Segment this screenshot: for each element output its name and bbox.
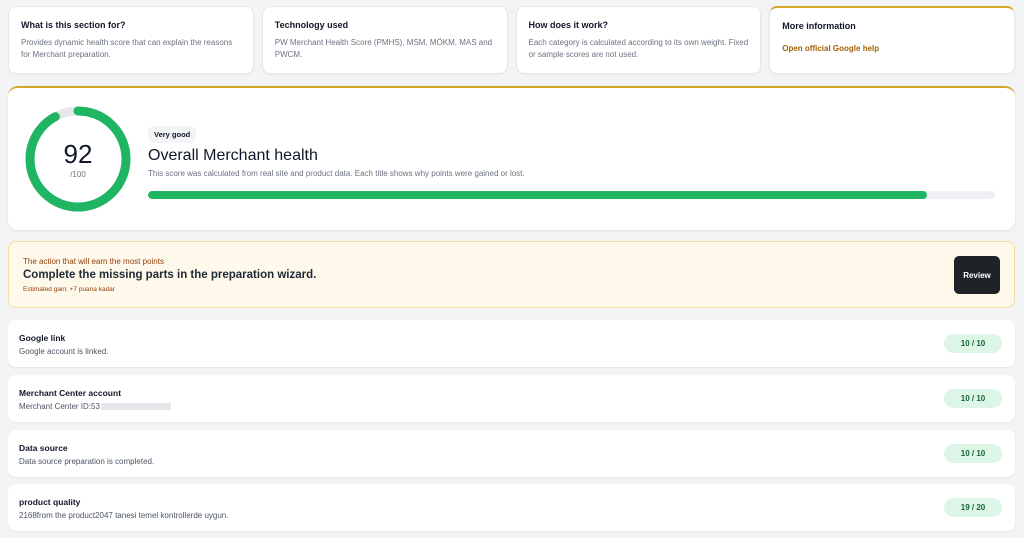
check-title: Data source bbox=[19, 443, 68, 453]
check-description: Merchant Center ID:53 bbox=[19, 402, 100, 411]
rating-badge: Very good bbox=[148, 126, 197, 143]
top-action-banner: The action that will earn the most point… bbox=[8, 241, 1015, 308]
action-caption: The action that will earn the most point… bbox=[23, 257, 164, 266]
check-description: Google account is linked. bbox=[19, 347, 109, 356]
score-progress-bar bbox=[148, 191, 995, 199]
info-card-title: How does it work? bbox=[528, 20, 609, 30]
check-description-wrap: Merchant Center ID:53 bbox=[19, 402, 171, 411]
score-value: 92 bbox=[63, 138, 93, 169]
info-card-title: Technology used bbox=[274, 20, 349, 30]
check-title: Google link bbox=[19, 333, 66, 343]
check-row-data-source: Data source Data source preparation is c… bbox=[8, 430, 1015, 477]
merchant-health-page: What is this section for? Provides dynam… bbox=[0, 0, 1024, 538]
redacted-id-mask bbox=[100, 403, 171, 411]
check-title: Merchant Center account bbox=[19, 388, 122, 398]
info-card-title: More information bbox=[782, 21, 856, 31]
check-description: 2168from the product2047 tanesi temel ko… bbox=[19, 511, 229, 520]
info-card-technology: Technology used PW Merchant Health Score… bbox=[261, 6, 508, 74]
score-subtitle: This score was calculated from real site… bbox=[148, 169, 525, 178]
check-row-merchant-center: Merchant Center account Merchant Center … bbox=[8, 375, 1015, 422]
action-title: Complete the missing parts in the prepar… bbox=[23, 269, 317, 281]
check-score-pill: 10 / 10 bbox=[944, 334, 1002, 353]
info-card-more-info: More information Open official Google he… bbox=[769, 6, 1015, 74]
google-help-link[interactable]: Open official Google help bbox=[782, 44, 879, 53]
score-ring: 92 /100 bbox=[25, 106, 131, 212]
info-cards-row: What is this section for? Provides dynam… bbox=[8, 6, 1015, 74]
score-title: Overall Merchant health bbox=[148, 147, 318, 164]
overall-score-card: 92 /100 Very good Overall Merchant healt… bbox=[8, 86, 1015, 230]
info-card-text: PW Merchant Health Score (PMHS), MSM, MÖ… bbox=[274, 38, 493, 59]
action-estimated-gain: Estimated gain: +7 puana kadar bbox=[23, 286, 115, 293]
check-title: product quality bbox=[19, 497, 81, 507]
score-max: /100 bbox=[70, 169, 86, 179]
check-row-product-quality: product quality 2168from the product2047… bbox=[8, 484, 1015, 531]
score-body: Very good Overall Merchant health This s… bbox=[148, 124, 996, 199]
info-card-how-it-works: How does it work? Each category is calcu… bbox=[515, 6, 762, 74]
score-ring-center: 92 /100 bbox=[25, 106, 131, 212]
info-card-title: What is this section for? bbox=[21, 20, 126, 30]
info-card-text: Each category is calculated according to… bbox=[528, 38, 749, 59]
check-score-pill: 19 / 20 bbox=[944, 498, 1002, 517]
check-score-pill: 10 / 10 bbox=[944, 444, 1002, 463]
info-card-text: Provides dynamic health score that can e… bbox=[21, 38, 233, 59]
check-score-pill: 10 / 10 bbox=[944, 389, 1002, 408]
review-button[interactable]: Review bbox=[954, 256, 1000, 294]
check-row-google-link: Google link Google account is linked. 10… bbox=[8, 320, 1015, 367]
check-description: Data source preparation is completed. bbox=[19, 457, 155, 466]
score-progress-fill bbox=[148, 191, 928, 199]
info-card-purpose: What is this section for? Provides dynam… bbox=[8, 6, 254, 74]
